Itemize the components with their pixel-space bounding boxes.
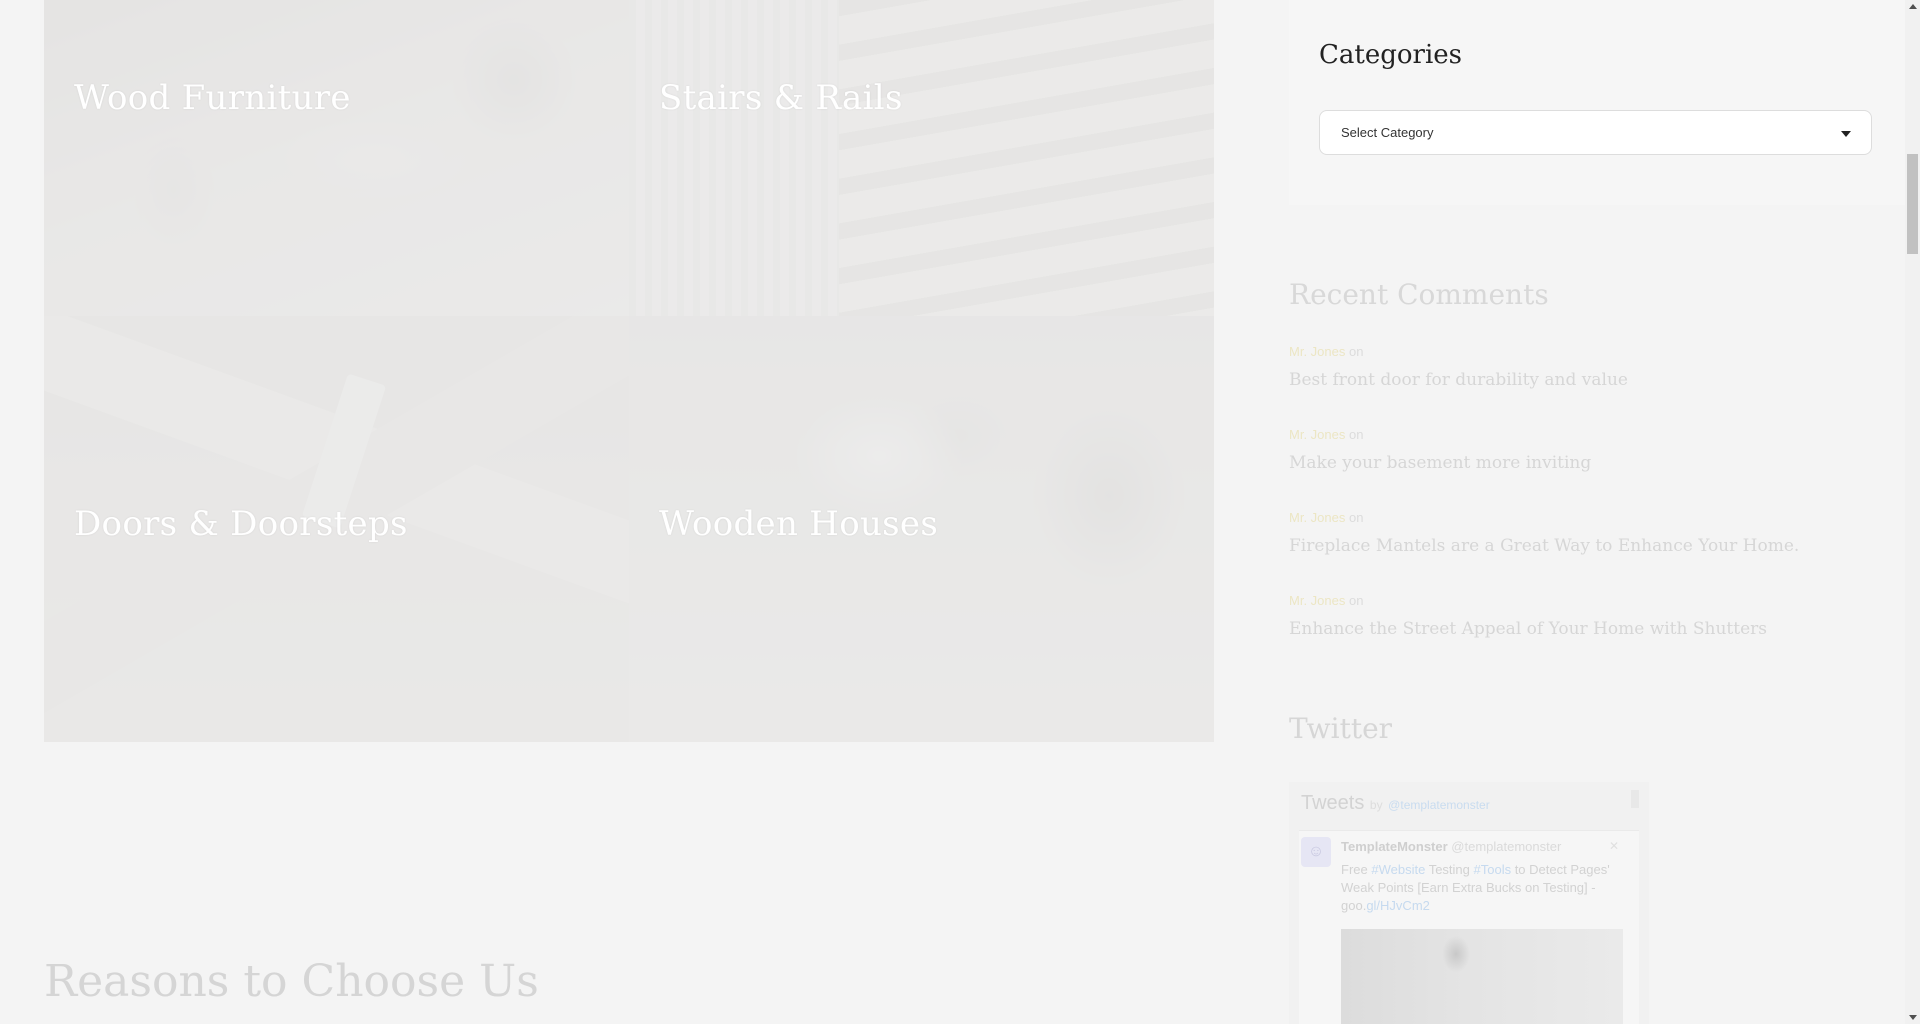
comment-post-link[interactable]: Fireplace Mantels are a Great Way to Enh… [1289, 536, 1906, 556]
tile-label: Doors & Doorsteps [74, 504, 408, 544]
tweet-author[interactable]: TemplateMonster @templatemonster [1341, 839, 1561, 854]
timeline-scroll-handle[interactable] [1631, 790, 1639, 808]
comment-author-link[interactable]: Mr. Jones [1289, 344, 1345, 359]
recent-comment-item: Mr. Jones on Make your basement more inv… [1289, 427, 1906, 473]
recent-comments-title: Recent Comments [1289, 278, 1549, 311]
recent-comment-item: Mr. Jones on Best front door for durabil… [1289, 344, 1906, 390]
page: Wood Furniture Stairs & Rails Doors & Do… [0, 0, 1920, 1024]
comment-post-link[interactable]: Make your basement more inviting [1289, 453, 1906, 473]
scroll-up-arrow-icon[interactable] [1909, 4, 1917, 9]
tweet-text: Free #Website Testing #Tools to Detect P… [1341, 862, 1610, 913]
twitter-title: Twitter [1289, 712, 1393, 745]
recent-comment-item: Mr. Jones on Fireplace Mantels are a Gre… [1289, 510, 1906, 556]
tile-wooden-houses[interactable]: Wooden Houses [629, 316, 1214, 742]
avatar[interactable]: ☺ [1301, 837, 1331, 867]
comment-author-link[interactable]: Mr. Jones [1289, 427, 1345, 442]
category-tiles-grid: Wood Furniture Stairs & Rails Doors & Do… [44, 0, 1214, 742]
tile-label: Wooden Houses [659, 504, 939, 544]
tweet-author-handle: @templatemonster [1451, 839, 1562, 854]
comment-on-text: on [1348, 427, 1364, 442]
tweet-author-name: TemplateMonster [1341, 839, 1448, 854]
comment-post-link[interactable]: Best front door for durability and value [1289, 370, 1906, 390]
tweet-card: ☺ TemplateMonster @templatemonster ✕ Fre… [1299, 830, 1639, 1024]
tweets-by-text: by [1369, 798, 1383, 812]
scroll-down-arrow-icon[interactable] [1909, 1015, 1917, 1020]
tile-stairs-rails[interactable]: Stairs & Rails [629, 0, 1214, 316]
comment-author-link[interactable]: Mr. Jones [1289, 593, 1345, 608]
tweets-label: Tweets [1301, 792, 1365, 814]
comment-author-link[interactable]: Mr. Jones [1289, 510, 1345, 525]
category-select-value: Select Category [1341, 125, 1434, 140]
twitter-timeline[interactable]: Tweets by @templatemonster ☺ TemplateMon… [1289, 782, 1649, 1024]
twitter-bird-icon: ✕ [1608, 839, 1619, 853]
hashtag-link[interactable]: #Website [1371, 862, 1425, 877]
scrollbar-thumb[interactable] [1907, 154, 1918, 254]
tweet-url-link[interactable]: gl/HJvCm2 [1366, 898, 1430, 913]
tile-label: Stairs & Rails [659, 78, 903, 118]
category-select[interactable]: Select Category [1319, 110, 1872, 155]
hashtag-link[interactable]: #Tools [1474, 862, 1512, 877]
tile-doors-doorsteps[interactable]: Doors & Doorsteps [44, 316, 629, 742]
tweets-header: Tweets by @templatemonster [1301, 792, 1490, 815]
categories-title: Categories [1319, 40, 1462, 70]
tile-label: Wood Furniture [74, 78, 351, 118]
comment-on-text: on [1348, 510, 1364, 525]
comment-on-text: on [1348, 344, 1364, 359]
page-scrollbar[interactable] [1905, 0, 1920, 1024]
comment-post-link[interactable]: Enhance the Street Appeal of Your Home w… [1289, 619, 1906, 639]
categories-widget: Categories Select Category [1289, 0, 1906, 205]
reasons-heading: Reasons to Choose Us [44, 956, 539, 1007]
tweet-media-image[interactable] [1341, 929, 1623, 1024]
tile-wood-furniture[interactable]: Wood Furniture [44, 0, 629, 316]
tweets-handle-link[interactable]: @templatemonster [1388, 798, 1490, 812]
sidebar: Categories Select Category Recent Commen… [1289, 0, 1906, 1024]
caret-down-icon [1841, 131, 1851, 137]
recent-comment-item: Mr. Jones on Enhance the Street Appeal o… [1289, 593, 1906, 639]
comment-on-text: on [1348, 593, 1364, 608]
